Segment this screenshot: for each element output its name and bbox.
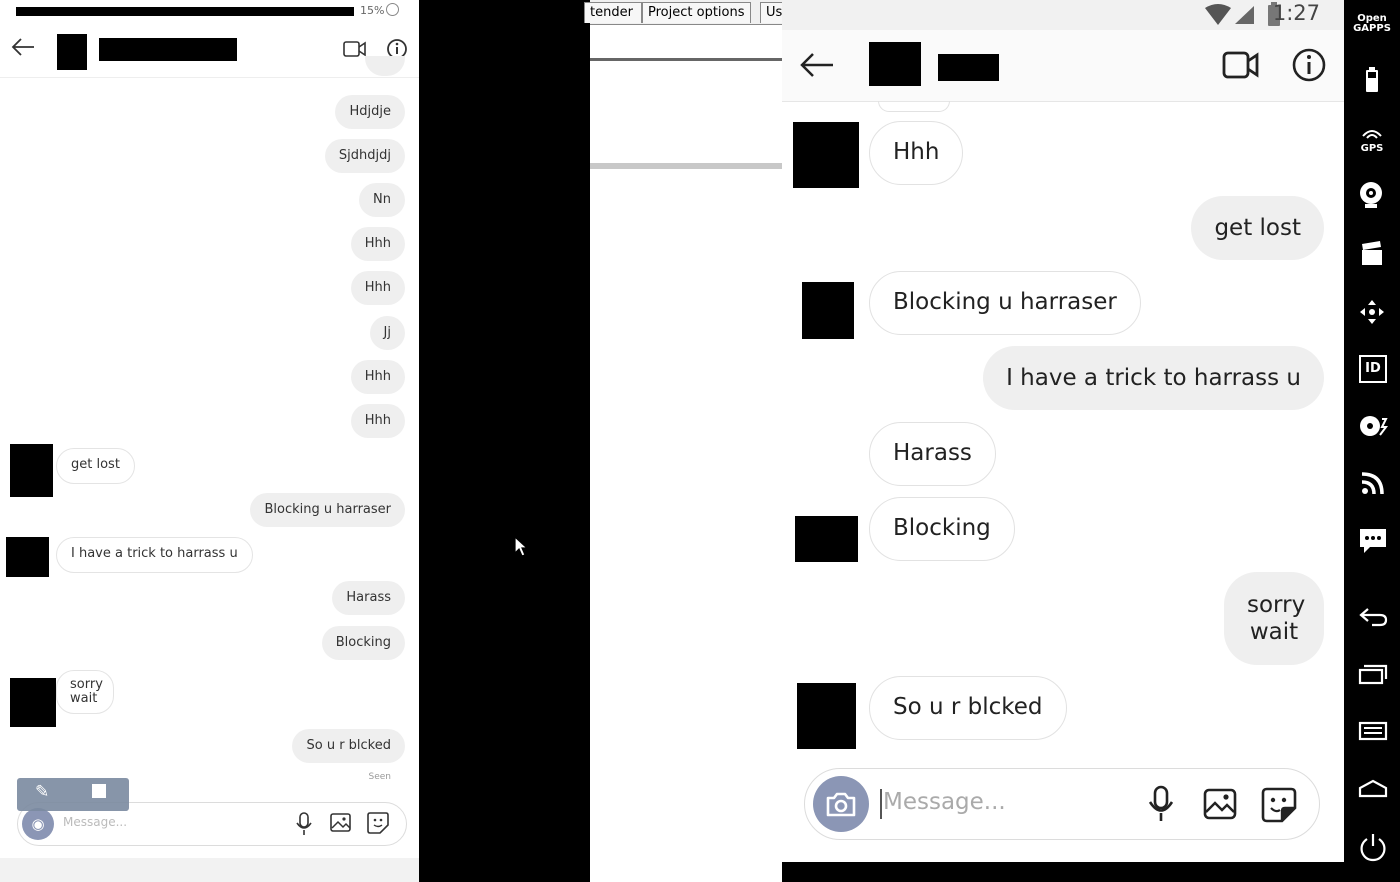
tab-project-options[interactable]: Project options <box>642 2 751 23</box>
message-bubble: Hhh <box>350 227 405 261</box>
avatar <box>10 678 56 727</box>
message-bubble: Hhh <box>350 404 405 438</box>
webcam-icon[interactable] <box>1358 180 1386 210</box>
microphone-icon[interactable] <box>1147 785 1175 823</box>
message-bubble: Jj <box>369 316 405 350</box>
status-time: 1:27 <box>1272 1 1320 25</box>
message-bubble: Hhh <box>869 121 964 185</box>
open-gapps-button[interactable]: Open GAPPS <box>1344 14 1400 34</box>
seen-indicator: Seen <box>368 772 392 782</box>
background-window <box>590 0 782 882</box>
avatar <box>6 537 49 577</box>
info-icon[interactable] <box>1291 47 1327 83</box>
avatar <box>802 282 854 339</box>
gallery-icon[interactable] <box>330 813 352 833</box>
stop-icon[interactable] <box>92 784 106 798</box>
message-bubble: Blocking u harraser <box>869 271 1141 335</box>
emulator-sidebar: Open GAPPS GPS ID <box>1344 0 1400 882</box>
battery-ring-icon <box>386 3 399 16</box>
navigation-bar <box>0 858 419 882</box>
message-bubble: Blocking <box>869 497 1015 561</box>
bottom-bezel <box>782 862 1344 882</box>
battery-icon[interactable] <box>1363 66 1381 94</box>
home-icon[interactable] <box>1358 778 1388 800</box>
battery-level: 15% <box>360 4 385 17</box>
back-arrow-icon[interactable] <box>10 37 36 57</box>
message-bubble: I have a trick to harrass u <box>56 537 253 573</box>
chat-header <box>0 22 419 78</box>
message-bubble: Harass <box>332 581 405 615</box>
message-bubble: Blocking <box>321 626 405 660</box>
avatar <box>795 516 858 562</box>
right-phone-screen: 1:27 Hhh get lost Blocking u harraser I … <box>782 0 1344 862</box>
menu-icon[interactable] <box>1358 720 1388 742</box>
left-phone-screen: 15% Hdjdje Sjdhdjdj Nn Hhh Hhh Jj Hhh Hh… <box>0 0 419 882</box>
mouse-cursor-icon <box>514 536 529 557</box>
back-arrow-icon[interactable] <box>799 52 835 78</box>
message-bubble: sorry wait <box>1224 572 1324 665</box>
gps-signal-icon <box>1362 130 1382 139</box>
message-icon[interactable] <box>1358 527 1388 555</box>
username[interactable] <box>99 38 237 61</box>
signal-icon <box>1235 6 1254 24</box>
chat-header <box>782 30 1344 102</box>
sticker-icon[interactable] <box>1261 787 1297 823</box>
message-bubble: get lost <box>56 448 135 484</box>
message-bubble: So u r blcked <box>292 729 405 763</box>
video-call-icon[interactable] <box>343 39 367 59</box>
camera-icon[interactable] <box>813 776 869 832</box>
avatar <box>797 683 856 749</box>
message-input[interactable]: Message... <box>63 815 127 829</box>
recent-apps-icon[interactable] <box>1358 663 1388 685</box>
avatar <box>10 444 53 497</box>
status-bar: 1:27 <box>782 0 1344 30</box>
message-bubble: Hdjdje <box>335 95 405 129</box>
username[interactable] <box>938 54 999 81</box>
message-input[interactable]: Message... <box>883 789 1006 815</box>
rss-icon[interactable] <box>1360 470 1386 496</box>
text-caret <box>880 789 882 819</box>
video-call-icon[interactable] <box>1222 49 1260 81</box>
message-bubble: Sjdhdjdj <box>324 139 405 173</box>
divider <box>590 163 782 169</box>
message-bubble: I have a trick to harrass u <box>983 346 1324 410</box>
camera-icon[interactable]: ◉ <box>22 808 54 840</box>
message-bubble: So u r blcked <box>869 676 1067 740</box>
avatar[interactable] <box>869 42 921 86</box>
gps-label: GPS <box>1360 143 1384 154</box>
media-icon[interactable] <box>1358 413 1388 439</box>
message-bubble: Hhh <box>350 271 405 305</box>
message-input-bar[interactable]: Message... <box>804 768 1320 840</box>
message-bubble: get lost <box>1191 196 1324 260</box>
id-button[interactable]: ID <box>1359 355 1387 383</box>
gallery-icon[interactable] <box>1203 788 1237 820</box>
message-bubble: Hhh <box>350 360 405 394</box>
screen-recorder-toolbar[interactable]: ✎ <box>17 778 129 811</box>
message-bubble: sorry wait <box>56 670 114 714</box>
pencil-icon[interactable]: ✎ <box>35 782 49 802</box>
divider <box>590 58 782 61</box>
gps-button[interactable]: GPS <box>1344 125 1400 154</box>
message-bubble <box>878 101 950 112</box>
avatar <box>793 122 859 188</box>
back-icon[interactable] <box>1358 606 1388 628</box>
microphone-icon[interactable] <box>295 812 313 836</box>
message-bubble: Blocking u harraser <box>250 493 405 527</box>
wifi-icon <box>1205 4 1231 25</box>
move-icon[interactable] <box>1358 298 1386 326</box>
window-tab-bar: tender Project options Us <box>584 0 788 25</box>
message-bubble: Nn <box>359 183 405 217</box>
tab-tender[interactable]: tender <box>584 2 642 23</box>
avatar[interactable] <box>57 34 87 70</box>
clapperboard-icon[interactable] <box>1360 240 1384 266</box>
power-icon[interactable] <box>1358 832 1388 862</box>
status-bar: 15% <box>0 0 419 22</box>
message-bubble: Harass <box>869 422 996 486</box>
sticker-icon[interactable] <box>367 812 389 834</box>
